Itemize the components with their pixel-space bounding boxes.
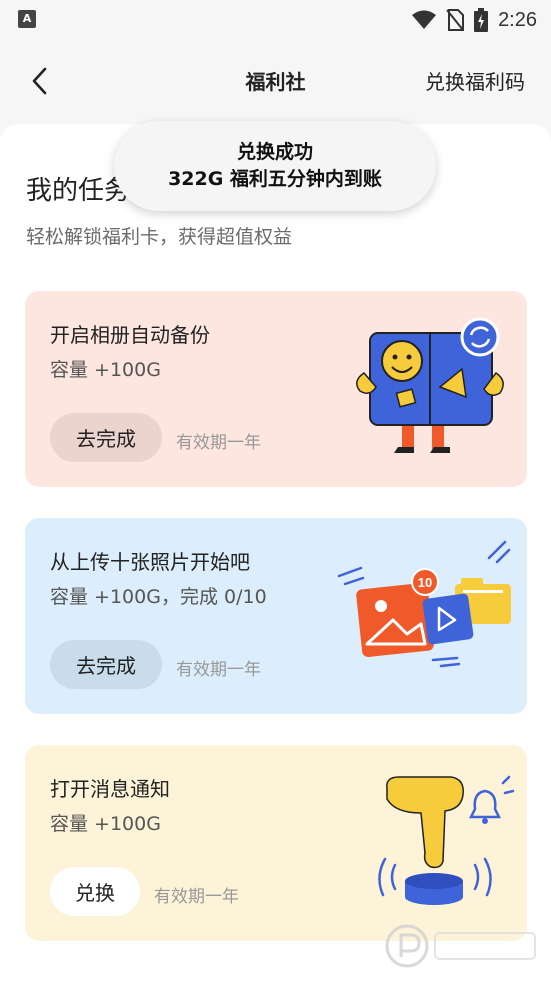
task-card-notification: 打开消息通知 容量 +100G 兑换 有效期一年 bbox=[25, 745, 527, 941]
toast-message: 322G 福利五分钟内到账 bbox=[168, 168, 382, 190]
upload-count-badge: 10 bbox=[418, 575, 432, 590]
validity-label: 有效期一年 bbox=[176, 660, 261, 680]
photo-album-illustration bbox=[356, 317, 504, 453]
redeem-code-link[interactable]: 兑换福利码 bbox=[425, 66, 525, 95]
watermark-logo bbox=[385, 924, 536, 968]
task-reward: 容量 +100G，完成 0/10 bbox=[50, 586, 267, 608]
success-toast: 兑换成功 322G 福利五分钟内到账 bbox=[114, 121, 436, 211]
task-title: 打开消息通知 bbox=[50, 777, 170, 801]
notification-button-illustration bbox=[378, 775, 515, 905]
status-icons: 2:26 bbox=[412, 8, 537, 32]
task-card-upload: 从上传十张照片开始吧 容量 +100G，完成 0/10 去完成 有效期一年 10 bbox=[25, 518, 527, 714]
task-title: 从上传十张照片开始吧 bbox=[50, 550, 250, 574]
complete-button[interactable]: 去完成 bbox=[50, 640, 162, 689]
toast-title: 兑换成功 bbox=[236, 141, 313, 163]
upload-photos-illustration: 10 bbox=[337, 540, 511, 668]
no-sim-icon bbox=[446, 9, 465, 31]
task-card-backup: 开启相册自动备份 容量 +100G 去完成 有效期一年 bbox=[25, 291, 527, 487]
clock: 2:26 bbox=[498, 8, 537, 31]
status-bar: A 2:26 bbox=[0, 0, 551, 38]
task-title: 开启相册自动备份 bbox=[50, 323, 210, 347]
validity-label: 有效期一年 bbox=[176, 433, 261, 453]
redeem-button[interactable]: 兑换 bbox=[50, 867, 140, 916]
validity-label: 有效期一年 bbox=[154, 887, 239, 907]
nav-bar: 福利社 兑换福利码 bbox=[0, 38, 551, 124]
complete-button[interactable]: 去完成 bbox=[50, 413, 162, 462]
task-reward: 容量 +100G bbox=[50, 813, 161, 835]
section-subtitle: 轻松解锁福利卡，获得超值权益 bbox=[26, 226, 293, 248]
battery-icon bbox=[474, 8, 489, 32]
app-notification-icon: A bbox=[18, 10, 36, 28]
wifi-icon bbox=[412, 10, 437, 29]
task-reward: 容量 +100G bbox=[50, 359, 161, 381]
